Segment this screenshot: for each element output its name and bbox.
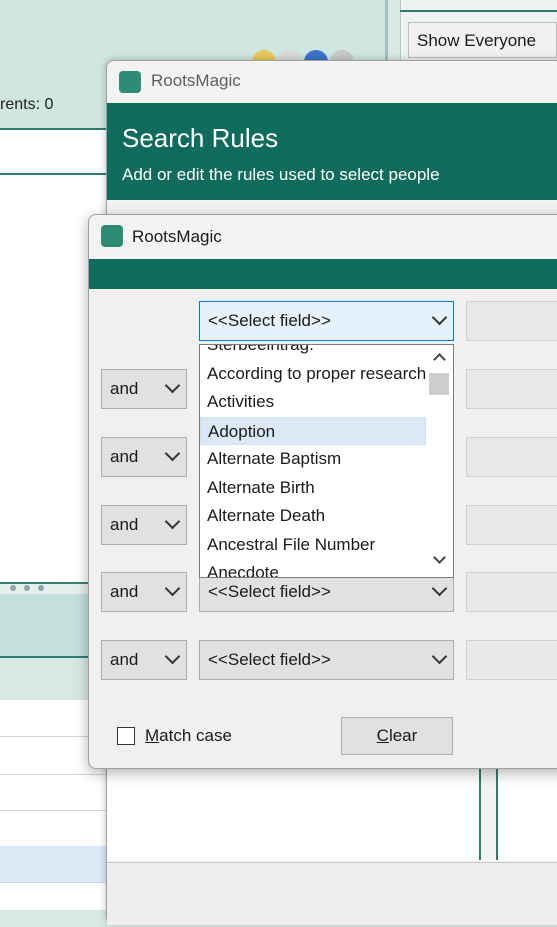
rule-value-field[interactable] (466, 369, 557, 409)
list-item[interactable]: Anecdote (200, 559, 426, 577)
connector-value: and (110, 379, 139, 398)
connector-select[interactable]: and (101, 369, 187, 409)
list-item[interactable]: Activities (200, 388, 426, 416)
dialog-header-band (89, 259, 557, 289)
connector-value: and (110, 650, 139, 669)
dialog-titlebar[interactable]: RootsMagic (89, 215, 557, 259)
splitter-grip-dot (10, 585, 16, 591)
mnemonic-letter: C (376, 726, 389, 745)
search-rules-titlebar[interactable]: RootsMagic (107, 61, 557, 103)
page-title: Search Rules (122, 123, 279, 153)
rule-value-field[interactable] (466, 301, 557, 341)
rule-value-field[interactable] (466, 437, 557, 477)
field-select-value: <<Select field>> (208, 311, 331, 330)
list-item[interactable]: Alternate Baptism (200, 445, 426, 473)
connector-select[interactable]: and (101, 437, 187, 477)
search-rules-button-bar (107, 862, 557, 925)
connector-value: and (110, 515, 139, 534)
search-rules-header: Search Rules Add or edit the rules used … (107, 103, 557, 200)
connector-select[interactable]: and (101, 572, 187, 612)
list-item[interactable]: Ancestral File Number (200, 531, 426, 559)
field-select-combo[interactable]: <<Select field>> (199, 572, 454, 612)
list-item[interactable] (0, 810, 108, 847)
list-item[interactable]: Alternate Death (200, 502, 426, 530)
label-text: lear (388, 726, 418, 745)
splitter-grip-dot (24, 585, 30, 591)
list-item-selected[interactable]: Adoption (200, 417, 426, 445)
background-pane-separator (0, 173, 108, 175)
rules-list-pane (107, 768, 481, 860)
chevron-down-icon (164, 648, 181, 665)
field-select-value: <<Select field>> (208, 582, 331, 601)
clear-button[interactable]: Clear (341, 717, 453, 755)
list-item[interactable]: According to proper research (200, 360, 426, 388)
scroll-up-arrow-icon[interactable] (433, 353, 446, 366)
list-item[interactable]: Alternate Birth (200, 474, 426, 502)
parents-count-label: rents: 0 (0, 96, 54, 113)
field-select-combo-open[interactable]: <<Select field>> (199, 301, 454, 341)
chevron-down-icon (164, 377, 181, 394)
rootsmagic-tree-icon (119, 71, 141, 93)
rootsmagic-tree-icon (101, 225, 123, 247)
rule-value-field[interactable] (466, 505, 557, 545)
list-item[interactable]: Sterbeeintrag. (200, 345, 426, 359)
search-rules-bottom-area (107, 766, 557, 926)
chevron-down-icon (431, 580, 448, 597)
list-item-selected[interactable] (0, 846, 108, 883)
field-dropdown-list[interactable]: Sterbeeintrag. According to proper resea… (199, 344, 454, 578)
scroll-down-arrow-icon[interactable] (433, 551, 446, 564)
background-right-toolbar (400, 0, 557, 12)
rules-side-pane (496, 768, 557, 860)
select-field-dialog: RootsMagic <<Select field>> and and and … (88, 214, 557, 769)
chevron-down-icon (164, 580, 181, 597)
match-case-checkbox[interactable] (117, 727, 135, 745)
rule-value-field[interactable] (466, 640, 557, 680)
list-item[interactable] (0, 774, 108, 811)
window-title: RootsMagic (151, 71, 241, 90)
connector-value: and (110, 582, 139, 601)
label-text: atch case (159, 726, 232, 745)
page-subtitle: Add or edit the rules used to select peo… (122, 165, 440, 184)
dialog-title: RootsMagic (132, 227, 222, 246)
dropdown-scrollbar[interactable] (426, 345, 453, 577)
rule-value-field[interactable] (466, 572, 557, 612)
chevron-down-icon (164, 445, 181, 462)
field-select-combo[interactable]: <<Select field>> (199, 640, 454, 680)
splitter-grip-dot (38, 585, 44, 591)
scrollbar-thumb[interactable] (429, 373, 449, 395)
show-everyone-dropdown[interactable]: Show Everyone (408, 22, 557, 58)
chevron-down-icon (431, 648, 448, 665)
chevron-down-icon (431, 309, 448, 326)
field-select-value: <<Select field>> (208, 650, 331, 669)
connector-select[interactable]: and (101, 640, 187, 680)
match-case-label[interactable]: Match case (145, 726, 232, 746)
connector-value: and (110, 447, 139, 466)
chevron-down-icon (164, 513, 181, 530)
connector-select[interactable]: and (101, 505, 187, 545)
mnemonic-letter: M (145, 726, 160, 745)
